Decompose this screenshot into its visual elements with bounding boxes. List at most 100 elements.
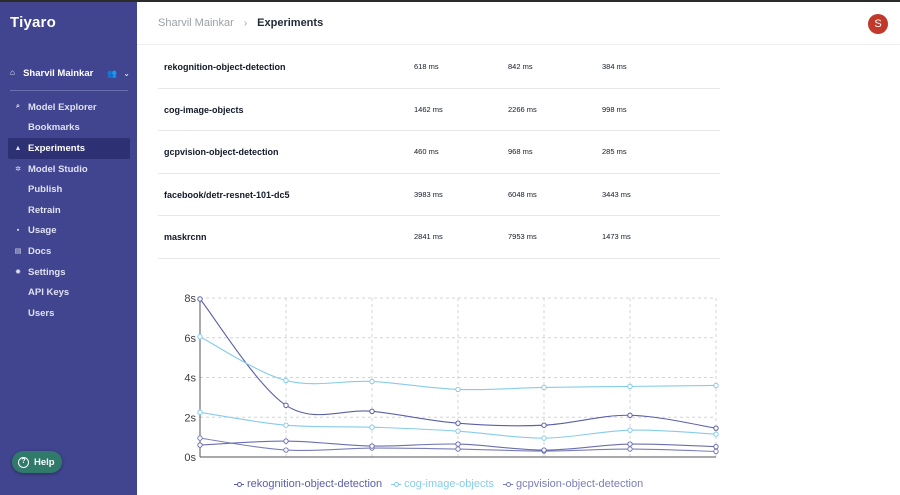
- latency-value: 460 ms: [414, 147, 439, 157]
- model-name: gcpvision-object-detection: [164, 147, 279, 158]
- data-point: [627, 383, 633, 390]
- latency-chart-svg: 0s 2s 4s 6s 8s: [184, 293, 719, 464]
- breadcrumb-user[interactable]: Sharvil Mainkar: [158, 17, 234, 29]
- latency-value: 384 ms: [602, 62, 627, 71]
- latency-value: 1462 ms: [414, 104, 443, 114]
- sidebar-item-label: Settings: [28, 266, 66, 278]
- table-row[interactable]: rekognition-object-detection 618 ms 842 ms…: [158, 46, 720, 89]
- latency-value: 968 ms: [508, 147, 533, 157]
- data-point: [455, 420, 461, 426]
- sidebar-item-label: Publish: [28, 184, 63, 196]
- data-point: [283, 447, 289, 453]
- chevron-down-icon[interactable]: ⌄: [123, 69, 130, 78]
- sidebar-user-name: Sharvil Mainkar: [23, 67, 94, 79]
- latency-value: 2266 ms: [508, 104, 537, 114]
- data-point: [197, 409, 203, 415]
- model-name: facebook/detr-resnet-101-dc5: [164, 189, 290, 200]
- data-point: [455, 428, 461, 434]
- table-row[interactable]: gcpvision-object-detection 460 ms 968 ms 28…: [158, 131, 720, 174]
- series-line: [199, 336, 717, 391]
- data-point: [197, 334, 203, 340]
- data-point: [541, 447, 547, 453]
- legend-line-icon: [391, 481, 402, 488]
- legend-item[interactable]: gcpvision-object-detection: [503, 478, 643, 490]
- y-tick-label: 6s: [184, 333, 196, 345]
- data-point: [713, 425, 719, 431]
- data-point: [283, 377, 289, 384]
- data-point: [369, 443, 375, 449]
- help-button[interactable]: ? Help: [12, 451, 62, 473]
- data-point: [713, 382, 719, 389]
- sidebar-item-usage[interactable]: ▪ Usage: [8, 221, 130, 242]
- y-tick-label: 8s: [184, 293, 196, 305]
- sidebar-item-bookmarks[interactable]: Bookmarks: [8, 118, 130, 139]
- y-tick-label: 4s: [184, 373, 196, 385]
- legend-line-icon: [503, 481, 514, 488]
- data-point: [541, 384, 547, 391]
- legend-label: cog-image-objects: [404, 478, 495, 490]
- y-tick-label: 2s: [184, 412, 196, 424]
- latency-value: 998 ms: [602, 104, 627, 114]
- data-point: [627, 441, 633, 447]
- user-switcher[interactable]: ⌂ Sharvil Mainkar 👥 ⌄: [10, 66, 130, 80]
- sidebar-item-label: Model Studio: [28, 163, 88, 175]
- gear-icon: ✹: [15, 269, 21, 277]
- sidebar: Tiyaro ⌂ Sharvil Mainkar 👥 ⌄ ⌕ Model Expl…: [0, 0, 137, 495]
- breadcrumb-separator: ›: [243, 17, 248, 29]
- data-point: [283, 438, 289, 444]
- top-header: Sharvil Mainkar › Experiments S: [137, 2, 900, 45]
- brand-logo[interactable]: Tiyaro: [10, 14, 56, 31]
- sidebar-item-model-studio[interactable]: ✲ Model Studio: [8, 159, 130, 180]
- sidebar-item-label: Bookmarks: [28, 122, 80, 134]
- latency-value: 285 ms: [602, 147, 627, 157]
- data-point: [283, 402, 289, 409]
- data-point: [369, 408, 375, 414]
- sidebar-item-experiments[interactable]: ▲ Experiments: [8, 138, 130, 159]
- sidebar-item-label: Usage: [28, 225, 57, 237]
- flask-icon: ▲: [14, 144, 22, 152]
- sidebar-item-users[interactable]: Users: [8, 303, 130, 324]
- table-row[interactable]: maskrcnn 2841 ms 7953 ms 1473 ms: [158, 216, 720, 259]
- sidebar-item-label: Retrain: [28, 204, 61, 216]
- sidebar-item-docs[interactable]: ▤ Docs: [8, 241, 130, 262]
- data-point: [541, 422, 547, 428]
- add-user-icon[interactable]: 👥: [107, 69, 117, 78]
- chart-icon: ▪: [16, 227, 20, 235]
- sidebar-item-api-keys[interactable]: API Keys: [8, 282, 130, 303]
- studio-icon: ✲: [15, 166, 21, 174]
- data-point: [197, 296, 203, 302]
- data-point: [627, 427, 633, 433]
- sidebar-item-model-explorer[interactable]: ⌕ Model Explorer: [8, 97, 130, 118]
- sidebar-item-label: Users: [28, 307, 55, 319]
- data-point: [455, 441, 461, 447]
- doc-icon: ▤: [14, 248, 22, 256]
- data-point: [627, 446, 633, 452]
- data-point: [369, 424, 375, 430]
- search-icon: ⌕: [16, 103, 20, 111]
- data-point: [455, 446, 461, 452]
- sidebar-divider: [10, 90, 128, 91]
- data-point: [455, 386, 461, 393]
- latency-value: 1473 ms: [602, 232, 631, 242]
- latency-value: 3443 ms: [602, 189, 631, 199]
- y-tick-label: 0s: [184, 452, 196, 464]
- legend-label: gcpvision-object-detection: [516, 478, 644, 490]
- data-point: [197, 442, 203, 448]
- latency-value: 6048 ms: [508, 189, 537, 199]
- sidebar-item-retrain[interactable]: Retrain: [8, 200, 130, 221]
- data-point: [713, 431, 719, 437]
- legend-label: rekognition-object-detection: [247, 478, 383, 490]
- chart-legend: rekognition-object-detection cog-image-ob…: [234, 478, 652, 490]
- table-row[interactable]: cog-image-objects 1462 ms 2266 ms 998 ms: [158, 89, 720, 132]
- table-row[interactable]: facebook/detr-resnet-101-dc5 3983 ms 6048 …: [158, 174, 720, 217]
- sidebar-item-settings[interactable]: ✹ Settings: [8, 262, 130, 283]
- avatar[interactable]: S: [868, 14, 888, 34]
- latency-value: 618 ms: [414, 62, 439, 71]
- data-point: [713, 448, 719, 455]
- legend-item[interactable]: rekognition-object-detection: [234, 478, 382, 490]
- legend-item[interactable]: cog-image-objects: [391, 478, 494, 490]
- legend-line-icon: [234, 481, 244, 488]
- sidebar-item-label: Model Explorer: [28, 101, 97, 113]
- help-icon: ?: [18, 456, 29, 468]
- sidebar-item-publish[interactable]: Publish: [8, 179, 130, 200]
